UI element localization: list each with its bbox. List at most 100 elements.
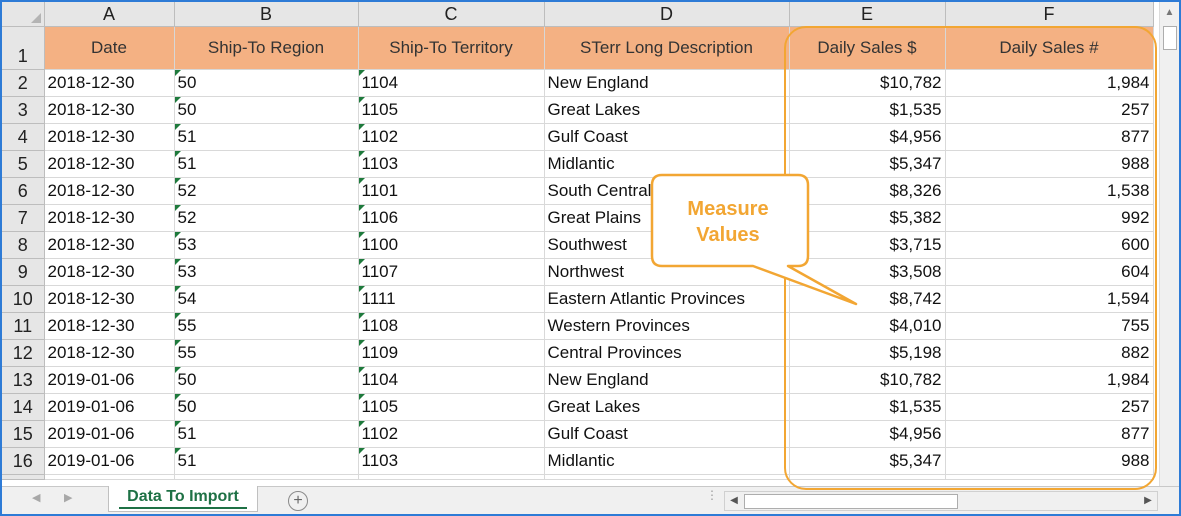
daily-sales-dollars-cell[interactable]: $8,742	[789, 285, 946, 313]
region-cell[interactable]: 52	[174, 204, 359, 232]
territory-cell[interactable]: 1109	[358, 339, 545, 367]
column-header-e[interactable]: E	[789, 2, 946, 27]
sheet-tab-data-to-import[interactable]: Data To Import	[108, 486, 258, 512]
add-sheet-icon[interactable]: +	[288, 491, 308, 511]
territory-cell[interactable]: 1106	[358, 204, 545, 232]
cell[interactable]	[358, 474, 545, 480]
description-cell[interactable]: Western Provinces	[544, 312, 790, 340]
header-cell-daily-sales-dollars[interactable]: Daily Sales $	[789, 26, 946, 70]
daily-sales-count-cell[interactable]: 882	[945, 339, 1154, 367]
column-header-b[interactable]: B	[174, 2, 359, 27]
daily-sales-dollars-cell[interactable]: $3,715	[789, 231, 946, 259]
daily-sales-dollars-cell[interactable]: $4,010	[789, 312, 946, 340]
row-header[interactable]: 4	[2, 123, 45, 151]
territory-cell[interactable]: 1111	[358, 285, 545, 313]
cell[interactable]	[544, 474, 790, 480]
date-cell[interactable]: 2018-12-30	[44, 204, 175, 232]
daily-sales-count-cell[interactable]: 877	[945, 420, 1154, 448]
territory-cell[interactable]: 1104	[358, 69, 545, 97]
description-cell[interactable]: Northwest	[544, 258, 790, 286]
region-cell[interactable]: 55	[174, 339, 359, 367]
daily-sales-count-cell[interactable]: 1,984	[945, 69, 1154, 97]
date-cell[interactable]: 2019-01-06	[44, 366, 175, 394]
date-cell[interactable]: 2018-12-30	[44, 69, 175, 97]
description-cell[interactable]: New England	[544, 69, 790, 97]
date-cell[interactable]: 2018-12-30	[44, 312, 175, 340]
daily-sales-count-cell[interactable]: 755	[945, 312, 1154, 340]
region-cell[interactable]: 52	[174, 177, 359, 205]
region-cell[interactable]: 53	[174, 231, 359, 259]
scroll-right-icon[interactable]: ▶	[1139, 492, 1157, 510]
daily-sales-dollars-cell[interactable]: $1,535	[789, 96, 946, 124]
daily-sales-dollars-cell[interactable]: $10,782	[789, 366, 946, 394]
region-cell[interactable]: 51	[174, 150, 359, 178]
territory-cell[interactable]: 1103	[358, 150, 545, 178]
region-cell[interactable]: 51	[174, 123, 359, 151]
header-cell-sterr-long-description[interactable]: STerr Long Description	[544, 26, 790, 70]
territory-cell[interactable]: 1105	[358, 96, 545, 124]
vertical-scrollbar[interactable]: ▲	[1159, 2, 1179, 486]
row-header[interactable]	[2, 474, 45, 480]
row-header[interactable]: 7	[2, 204, 45, 232]
description-cell[interactable]: Great Lakes	[544, 96, 790, 124]
cell[interactable]	[789, 474, 946, 480]
description-cell[interactable]: Central Provinces	[544, 339, 790, 367]
daily-sales-count-cell[interactable]: 1,984	[945, 366, 1154, 394]
description-cell[interactable]: Gulf Coast	[544, 420, 790, 448]
daily-sales-dollars-cell[interactable]: $3,508	[789, 258, 946, 286]
row-header[interactable]: 14	[2, 393, 45, 421]
daily-sales-count-cell[interactable]: 992	[945, 204, 1154, 232]
daily-sales-count-cell[interactable]: 877	[945, 123, 1154, 151]
daily-sales-dollars-cell[interactable]: $5,347	[789, 447, 946, 475]
cell[interactable]	[44, 474, 175, 480]
territory-cell[interactable]: 1103	[358, 447, 545, 475]
date-cell[interactable]: 2018-12-30	[44, 231, 175, 259]
territory-cell[interactable]: 1101	[358, 177, 545, 205]
description-cell[interactable]: Gulf Coast	[544, 123, 790, 151]
description-cell[interactable]: Great Lakes	[544, 393, 790, 421]
territory-cell[interactable]: 1105	[358, 393, 545, 421]
date-cell[interactable]: 2018-12-30	[44, 258, 175, 286]
daily-sales-dollars-cell[interactable]: $5,198	[789, 339, 946, 367]
header-cell-date[interactable]: Date	[44, 26, 175, 70]
description-cell[interactable]: Eastern Atlantic Provinces	[544, 285, 790, 313]
row-header[interactable]: 8	[2, 231, 45, 259]
date-cell[interactable]: 2019-01-06	[44, 447, 175, 475]
daily-sales-count-cell[interactable]: 257	[945, 96, 1154, 124]
territory-cell[interactable]: 1104	[358, 366, 545, 394]
date-cell[interactable]: 2018-12-30	[44, 285, 175, 313]
column-header-d[interactable]: D	[544, 2, 790, 27]
region-cell[interactable]: 53	[174, 258, 359, 286]
region-cell[interactable]: 50	[174, 366, 359, 394]
row-header[interactable]: 5	[2, 150, 45, 178]
date-cell[interactable]: 2019-01-06	[44, 420, 175, 448]
region-cell[interactable]: 50	[174, 393, 359, 421]
region-cell[interactable]: 54	[174, 285, 359, 313]
select-all-corner[interactable]	[2, 2, 45, 27]
row-header[interactable]: 3	[2, 96, 45, 124]
daily-sales-dollars-cell[interactable]: $1,535	[789, 393, 946, 421]
date-cell[interactable]: 2018-12-30	[44, 96, 175, 124]
header-cell-ship-to-territory[interactable]: Ship-To Territory	[358, 26, 545, 70]
daily-sales-count-cell[interactable]: 604	[945, 258, 1154, 286]
territory-cell[interactable]: 1108	[358, 312, 545, 340]
cell[interactable]	[945, 474, 1154, 480]
row-header[interactable]: 10	[2, 285, 45, 313]
daily-sales-count-cell[interactable]: 1,594	[945, 285, 1154, 313]
region-cell[interactable]: 55	[174, 312, 359, 340]
date-cell[interactable]: 2019-01-06	[44, 393, 175, 421]
daily-sales-count-cell[interactable]: 988	[945, 150, 1154, 178]
daily-sales-dollars-cell[interactable]: $10,782	[789, 69, 946, 97]
scroll-tabs-left-icon[interactable]: ◀	[32, 491, 40, 504]
territory-cell[interactable]: 1107	[358, 258, 545, 286]
row-header[interactable]: 2	[2, 69, 45, 97]
scroll-up-icon[interactable]: ▲	[1160, 4, 1179, 22]
daily-sales-count-cell[interactable]: 1,538	[945, 177, 1154, 205]
daily-sales-dollars-cell[interactable]: $5,382	[789, 204, 946, 232]
row-header[interactable]: 13	[2, 366, 45, 394]
daily-sales-dollars-cell[interactable]: $8,326	[789, 177, 946, 205]
row-header[interactable]: 12	[2, 339, 45, 367]
description-cell[interactable]: Midlantic	[544, 150, 790, 178]
column-header-f[interactable]: F	[945, 2, 1154, 27]
row-header[interactable]: 1	[2, 26, 45, 70]
